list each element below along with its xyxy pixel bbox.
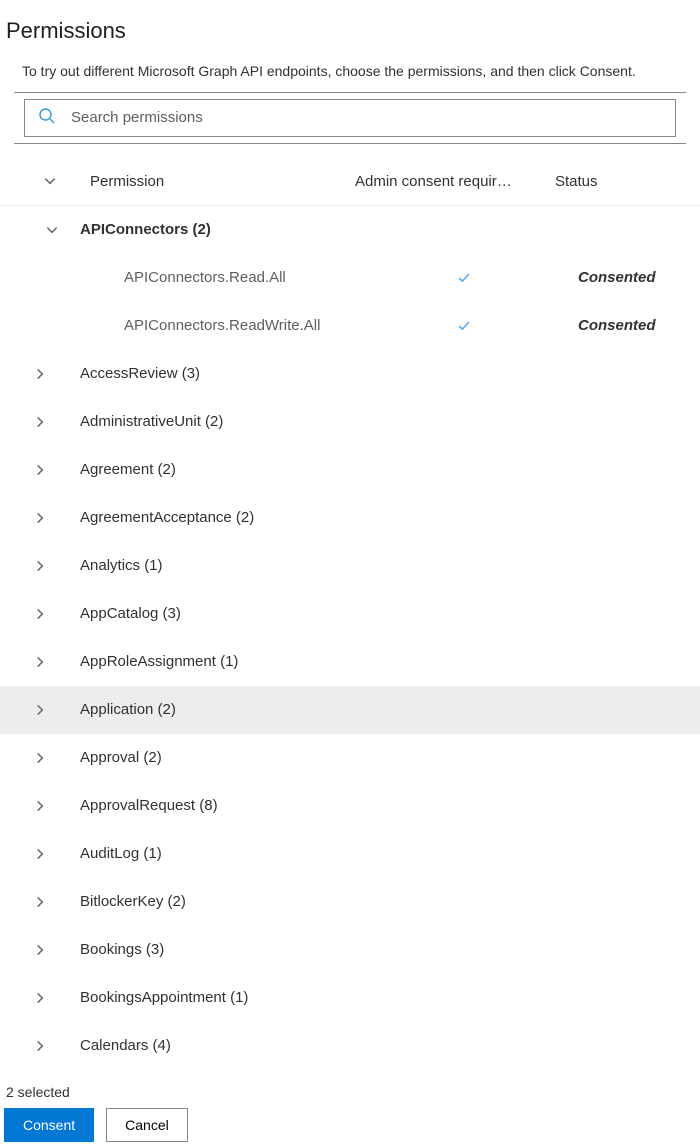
group-label: AuditLog (1) xyxy=(80,845,345,862)
selection-count: 2 selected xyxy=(6,1084,696,1100)
permission-group[interactable]: AdministrativeUnit (2) xyxy=(0,398,700,446)
permission-group[interactable]: BookingsAppointment (1) xyxy=(0,974,700,1022)
search-box[interactable] xyxy=(24,99,676,137)
permission-name: APIConnectors.Read.All xyxy=(124,269,364,286)
permissions-panel: Permissions To try out different Microso… xyxy=(0,0,700,1056)
permission-name: APIConnectors.ReadWrite.All xyxy=(124,317,364,334)
permission-group[interactable]: Bookings (3) xyxy=(0,926,700,974)
footer: 2 selected Consent Cancel xyxy=(0,1084,700,1142)
permission-group[interactable]: AccessReview (3) xyxy=(0,350,700,398)
group-label: APIConnectors (2) xyxy=(80,221,345,238)
permission-status: Consented xyxy=(564,317,700,334)
group-label: Agreement (2) xyxy=(80,461,345,478)
group-label: Bookings (3) xyxy=(80,941,345,958)
collapse-all-icon[interactable] xyxy=(10,174,90,188)
group-label: AppRoleAssignment (1) xyxy=(80,653,345,670)
cancel-button[interactable]: Cancel xyxy=(106,1108,188,1142)
group-label: AccessReview (3) xyxy=(80,365,345,382)
chevron-right-icon[interactable] xyxy=(0,799,80,813)
chevron-right-icon[interactable] xyxy=(0,1039,80,1053)
group-label: ApprovalRequest (8) xyxy=(80,797,345,814)
permission-status: Consented xyxy=(564,269,700,286)
column-header-status[interactable]: Status xyxy=(555,173,690,190)
column-header-permission[interactable]: Permission xyxy=(90,173,355,190)
chevron-right-icon[interactable] xyxy=(0,511,80,525)
permission-group[interactable]: Application (2) xyxy=(0,686,700,734)
group-label: Application (2) xyxy=(80,701,345,718)
chevron-right-icon[interactable] xyxy=(0,847,80,861)
chevron-right-icon[interactable] xyxy=(0,895,80,909)
permission-group[interactable]: AppCatalog (3) xyxy=(0,590,700,638)
group-label: AdministrativeUnit (2) xyxy=(80,413,345,430)
permission-group[interactable]: Analytics (1) xyxy=(0,542,700,590)
table-header: Permission Admin consent requir… Status xyxy=(0,158,700,206)
chevron-right-icon[interactable] xyxy=(0,607,80,621)
chevron-right-icon[interactable] xyxy=(0,367,80,381)
permissions-list[interactable]: APIConnectors (2) APIConnectors.Read.All C… xyxy=(0,206,700,1056)
search-icon xyxy=(37,106,57,129)
chevron-right-icon[interactable] xyxy=(0,751,80,765)
search-input[interactable] xyxy=(71,100,663,136)
check-icon xyxy=(364,319,564,333)
permission-row[interactable]: APIConnectors.Read.All Consented xyxy=(0,254,700,302)
footer-buttons: Consent Cancel xyxy=(4,1108,696,1142)
chevron-right-icon[interactable] xyxy=(0,991,80,1005)
permission-group[interactable]: BitlockerKey (2) xyxy=(0,878,700,926)
permission-group[interactable]: Approval (2) xyxy=(0,734,700,782)
group-label: BookingsAppointment (1) xyxy=(80,989,345,1006)
group-label: Analytics (1) xyxy=(80,557,345,574)
consent-button[interactable]: Consent xyxy=(4,1108,94,1142)
group-label: Approval (2) xyxy=(80,749,345,766)
chevron-right-icon[interactable] xyxy=(0,559,80,573)
chevron-down-icon[interactable] xyxy=(24,223,80,237)
chevron-right-icon[interactable] xyxy=(0,943,80,957)
group-label: AgreementAcceptance (2) xyxy=(80,509,345,526)
permission-group[interactable]: APIConnectors (2) xyxy=(0,206,700,254)
chevron-right-icon[interactable] xyxy=(0,655,80,669)
panel-subtitle: To try out different Microsoft Graph API… xyxy=(22,62,686,82)
column-header-admin[interactable]: Admin consent requir… xyxy=(355,173,555,190)
permission-group[interactable]: AgreementAcceptance (2) xyxy=(0,494,700,542)
permission-group[interactable]: AppRoleAssignment (1) xyxy=(0,638,700,686)
permission-group[interactable]: Agreement (2) xyxy=(0,446,700,494)
search-section xyxy=(14,92,686,144)
group-label: BitlockerKey (2) xyxy=(80,893,345,910)
permission-group[interactable]: Calendars (4) xyxy=(0,1022,700,1056)
permission-group[interactable]: ApprovalRequest (8) xyxy=(0,782,700,830)
permission-row[interactable]: APIConnectors.ReadWrite.All Consented xyxy=(0,302,700,350)
chevron-right-icon[interactable] xyxy=(0,463,80,477)
group-label: Calendars (4) xyxy=(80,1037,345,1054)
group-label: AppCatalog (3) xyxy=(80,605,345,622)
check-icon xyxy=(364,271,564,285)
permission-group[interactable]: AuditLog (1) xyxy=(0,830,700,878)
panel-title: Permissions xyxy=(6,18,700,44)
chevron-right-icon[interactable] xyxy=(0,415,80,429)
chevron-right-icon[interactable] xyxy=(0,703,80,717)
